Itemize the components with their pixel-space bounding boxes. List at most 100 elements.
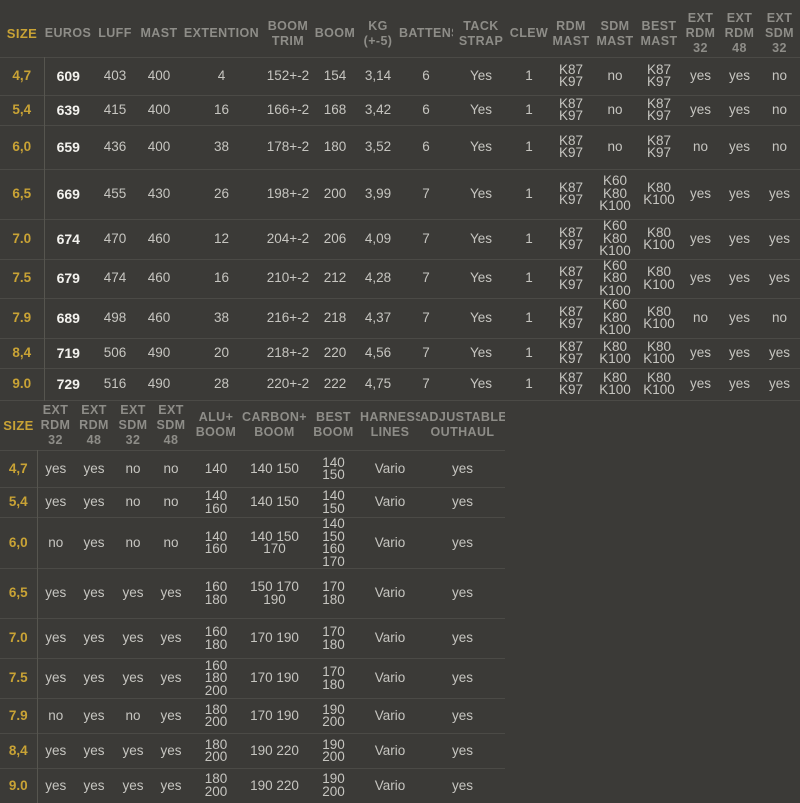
spec-cell: yes [720, 125, 759, 169]
spec-cell: Yes [453, 125, 509, 169]
spec-cell: 216+-2 [263, 298, 313, 338]
spec-cell: 154 [313, 57, 357, 95]
table-row: 8,4yesyesyesyes180 200190 220190 200Vari… [0, 734, 505, 769]
spec-cell: yes [114, 569, 152, 619]
spec-cell: yes [681, 57, 720, 95]
spec-cell: 190 220 [242, 734, 307, 769]
spec-cell: yes [74, 734, 114, 769]
spec-cell: K87 K97 [549, 298, 593, 338]
spec-cell: 160 180 [190, 569, 242, 619]
spec-cell: K80 K100 [637, 219, 681, 259]
spec-cell: no [593, 57, 637, 95]
table-row: 6,566945543026198+-22003,997Yes1K87 K97K… [0, 169, 800, 219]
size-column-header: SIZE [0, 0, 44, 57]
spec-cell: 170 190 [242, 659, 307, 699]
spec-cell: yes [152, 769, 190, 803]
spec-cell: yes [759, 338, 800, 368]
spec-cell: 7 [399, 169, 453, 219]
spec-cell: 6 [399, 125, 453, 169]
spec-cell: Vario [360, 734, 420, 769]
spec-cell: 190 200 [307, 769, 360, 803]
spec-cell: yes [420, 734, 505, 769]
table-row: 9.0yesyesyesyes180 200190 220190 200Vari… [0, 769, 505, 803]
spec-cell: 220+-2 [263, 368, 313, 400]
size-column-header: SIZE [0, 401, 37, 451]
spec-cell: 16 [180, 259, 263, 298]
table-row: 6,065943640038178+-21803,526Yes1K87 K97n… [0, 125, 800, 169]
spec-cell: 190 220 [242, 769, 307, 803]
spec-cell: no [37, 699, 74, 734]
column-header: EUROS [44, 0, 92, 57]
spec-cell: 180 200 [190, 769, 242, 803]
spec-cell: 140 [190, 451, 242, 488]
spec-cell: K87 K97 [549, 219, 593, 259]
spec-cell: Yes [453, 298, 509, 338]
spec-cell: 3,14 [357, 57, 399, 95]
spec-cell: 609 [44, 57, 92, 95]
spec-cell: yes [74, 488, 114, 518]
table-row: 6,5yesyesyesyes160 180150 170 190170 180… [0, 569, 505, 619]
spec-cell: 1 [509, 298, 549, 338]
spec-cell: 1 [509, 219, 549, 259]
spec-cell: Vario [360, 659, 420, 699]
column-header: CLEW [509, 0, 549, 57]
spec-cell: yes [420, 569, 505, 619]
spec-cell: yes [720, 57, 759, 95]
spec-cell: 400 [138, 95, 180, 125]
spec-cell: 4,28 [357, 259, 399, 298]
spec-cell: yes [720, 368, 759, 400]
table-row: 7.9noyesnoyes180 200170 190190 200Varioy… [0, 699, 505, 734]
spec-cell: 4,56 [357, 338, 399, 368]
column-header: MAST [138, 0, 180, 57]
column-header: EXT SDM 32 [114, 401, 152, 451]
size-cell: 6,5 [0, 569, 37, 619]
spec-cell: yes [720, 219, 759, 259]
spec-cell: yes [152, 734, 190, 769]
spec-cell: K87 K97 [637, 95, 681, 125]
spec-cell: 178+-2 [263, 125, 313, 169]
table-row: 4,76094034004152+-21543,146Yes1K87 K97no… [0, 57, 800, 95]
spec-cell: 16 [180, 95, 263, 125]
spec-cell: 140 150 170 [242, 518, 307, 569]
spec-cell: 1 [509, 95, 549, 125]
spec-cell: no [152, 488, 190, 518]
spec-cell: yes [114, 734, 152, 769]
spec-cell: 460 [138, 298, 180, 338]
spec-cell: yes [720, 298, 759, 338]
size-cell: 4,7 [0, 57, 44, 95]
table-row: 7.968949846038216+-22184,377Yes1K87 K97K… [0, 298, 800, 338]
table-row: 7.067447046012204+-22064,097Yes1K87 K97K… [0, 219, 800, 259]
spec-cell: 190 200 [307, 734, 360, 769]
spec-cell: 4,37 [357, 298, 399, 338]
spec-cell: 729 [44, 368, 92, 400]
spec-cell: yes [37, 659, 74, 699]
column-header: CARBON+ BOOM [242, 401, 307, 451]
spec-cell: 168 [313, 95, 357, 125]
spec-cell: K60 K80 K100 [593, 169, 637, 219]
spec-cell: 7 [399, 338, 453, 368]
spec-cell: K87 K97 [549, 95, 593, 125]
spec-cell: 659 [44, 125, 92, 169]
spec-cell: 490 [138, 338, 180, 368]
column-header: EXT RDM 32 [37, 401, 74, 451]
table-row: 5,4yesyesnono140 160140 150140 150Varioy… [0, 488, 505, 518]
spec-cell: 140 150 [242, 488, 307, 518]
spec-cell: K87 K97 [549, 169, 593, 219]
spec-cell: K87 K97 [637, 57, 681, 95]
spec-cell: yes [681, 95, 720, 125]
spec-cell: 166+-2 [263, 95, 313, 125]
spec-cell: yes [74, 769, 114, 803]
spec-cell: yes [37, 734, 74, 769]
column-header: EXT SDM 48 [152, 401, 190, 451]
spec-cell: 460 [138, 259, 180, 298]
column-header: SDM MAST [593, 0, 637, 57]
spec-cell: 498 [92, 298, 138, 338]
spec-cell: no [681, 298, 720, 338]
spec-cell: 1 [509, 57, 549, 95]
spec-cell: 140 150 [242, 451, 307, 488]
column-header: EXT RDM 48 [720, 0, 759, 57]
spec-cell: yes [152, 619, 190, 659]
spec-cell: yes [720, 95, 759, 125]
spec-cell: Vario [360, 619, 420, 659]
size-cell: 7.5 [0, 659, 37, 699]
